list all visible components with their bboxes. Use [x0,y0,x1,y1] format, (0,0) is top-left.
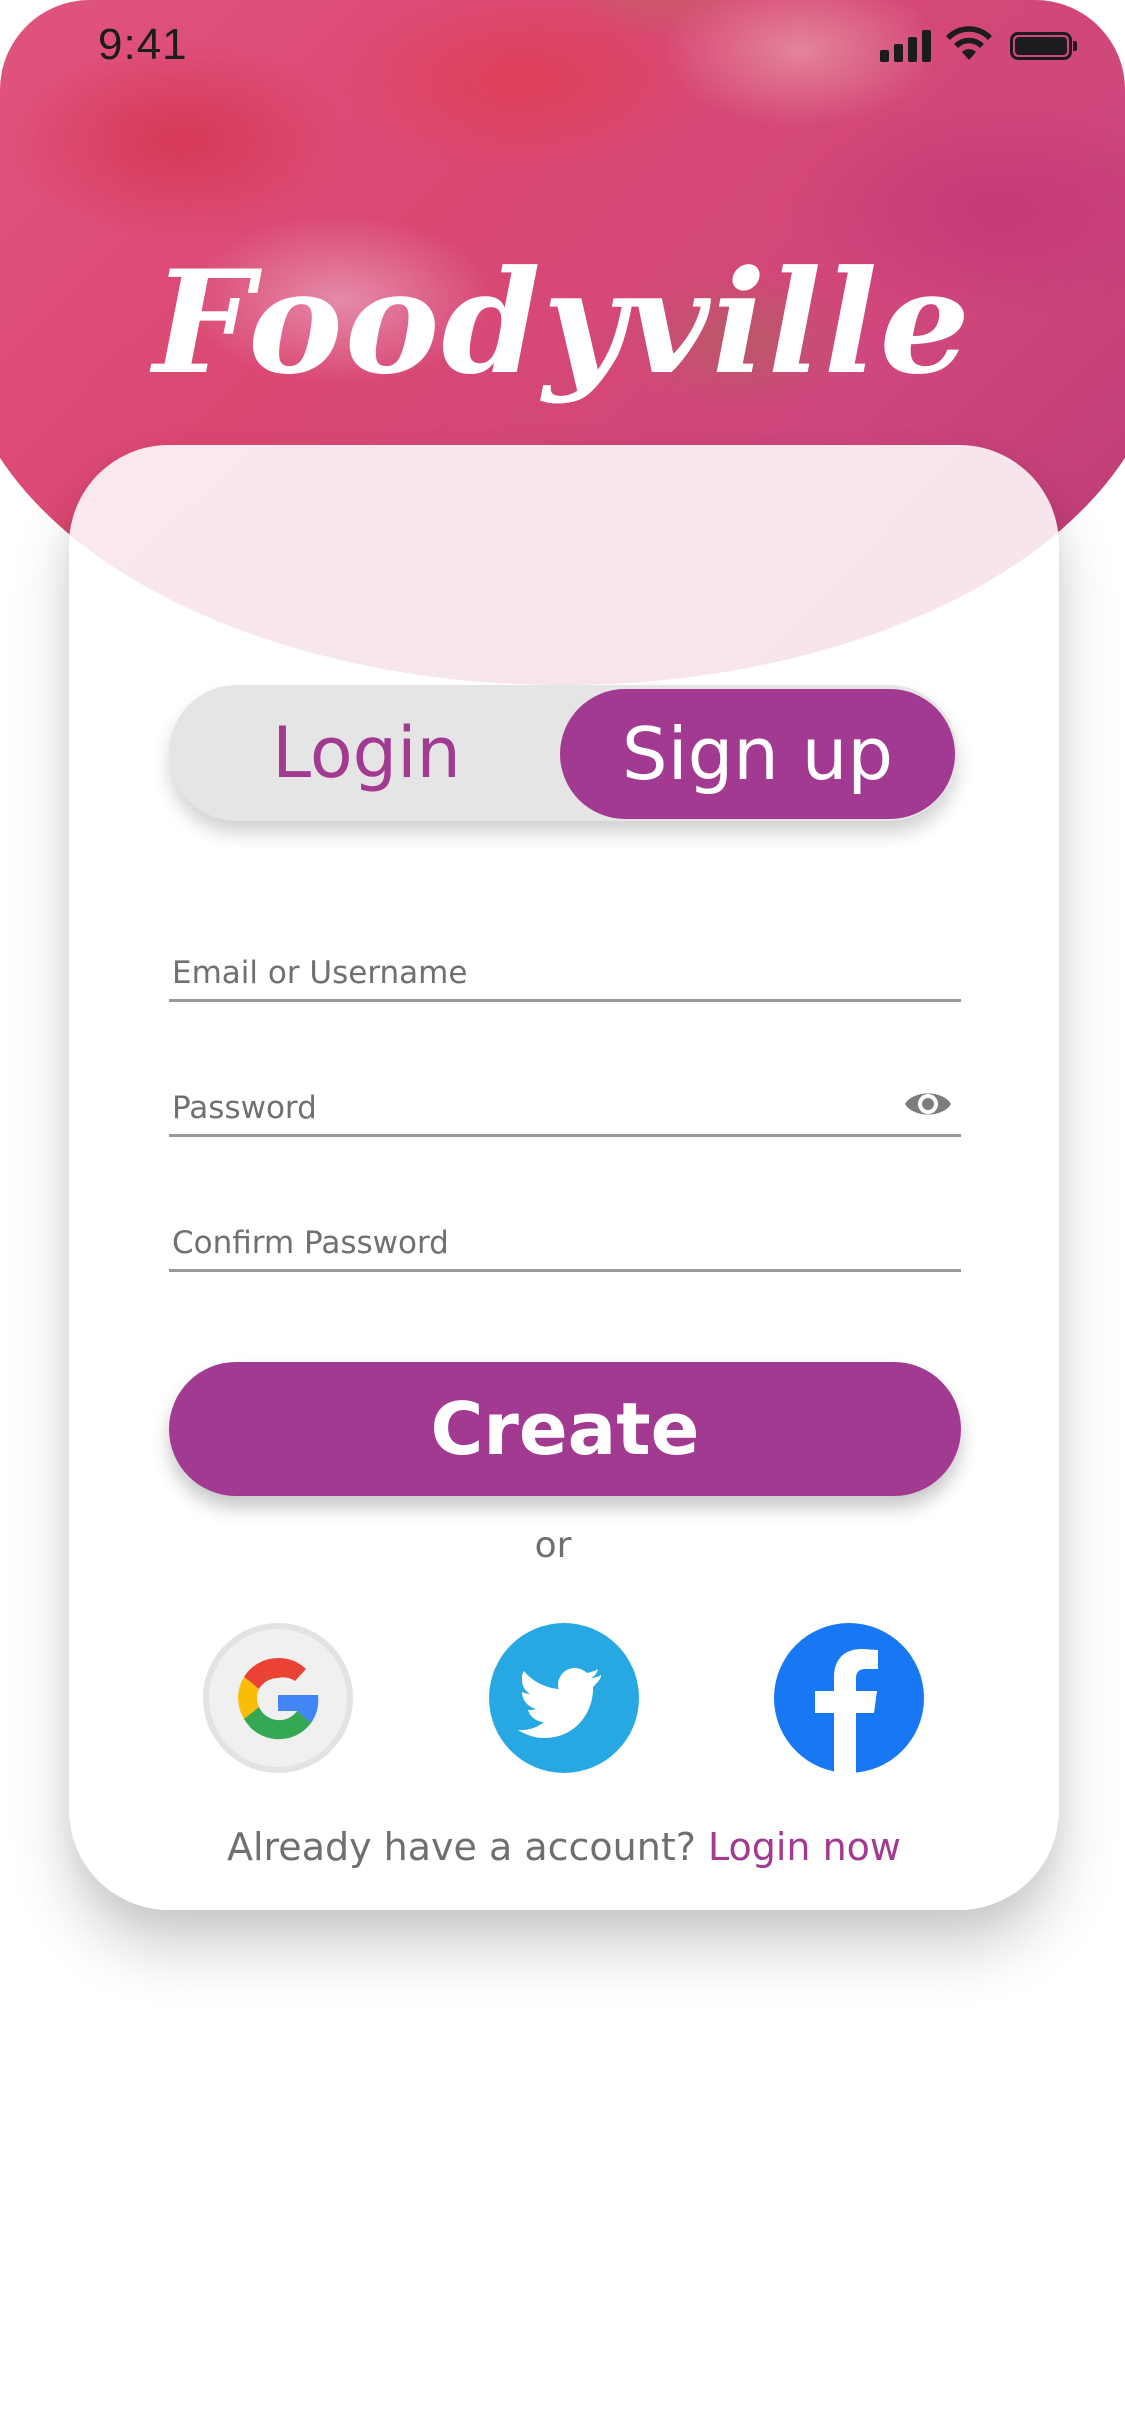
signin-prompt-text: Already have a account? [226,1825,696,1869]
google-login-button[interactable] [203,1623,353,1773]
app-logo-title: Foodyville [153,240,972,406]
status-bar: 9:41 [0,0,1125,96]
facebook-icon [815,1649,878,1773]
confirm-password-placeholder: Confirm Password [172,1225,449,1261]
card-hero-overlay [69,445,1059,685]
twitter-icon [518,1668,601,1738]
password-field[interactable]: Password [169,1060,961,1137]
facebook-login-button[interactable] [774,1623,924,1773]
eye-icon[interactable] [903,1086,953,1122]
auth-mode-toggle: Login Sign up [169,685,957,821]
email-field[interactable]: Email or Username [169,925,961,1002]
status-time: 9:41 [98,20,188,69]
confirm-password-field[interactable]: Confirm Password [169,1195,961,1272]
or-divider: or [534,1525,572,1566]
twitter-login-button[interactable] [489,1623,639,1773]
email-placeholder: Email or Username [172,955,468,991]
login-now-link[interactable]: Login now [708,1825,901,1869]
tab-signup[interactable]: Sign up [560,689,955,819]
battery-icon [1010,32,1077,60]
signup-card: Login Sign up Email or Username Password… [69,445,1059,1910]
password-placeholder: Password [172,1090,317,1126]
tab-login[interactable]: Login [169,685,564,821]
signin-prompt: Already have a account? Login now [69,1825,1059,1869]
wifi-icon [946,26,992,60]
create-button[interactable]: Create [169,1362,961,1496]
signup-screen: 9:41 Foodyville Login Sign up Email or U… [0,0,1125,2436]
google-icon [238,1657,319,1740]
cellular-signal-icon [880,30,931,62]
